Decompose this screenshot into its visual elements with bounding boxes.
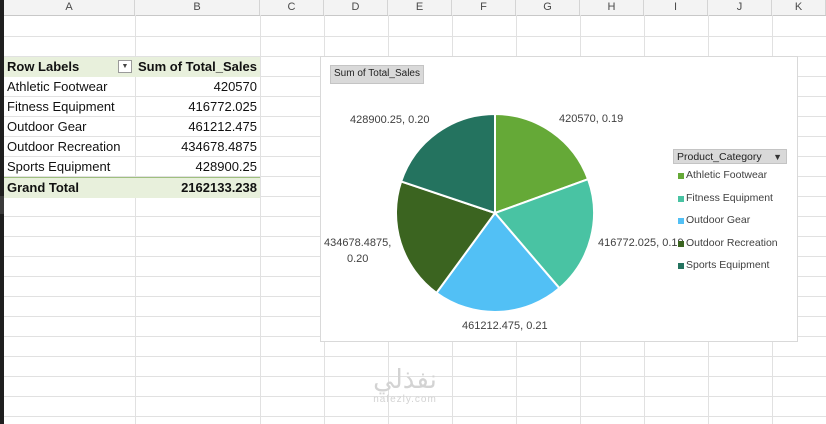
legend-label: Sports Equipment [686, 259, 770, 271]
column-header-a[interactable]: A [4, 0, 135, 15]
legend-swatch [678, 173, 684, 179]
pivot-row-label: Athletic Footwear [7, 79, 108, 94]
legend-label: Outdoor Recreation [686, 236, 778, 249]
legend-label: Outdoor Gear [686, 214, 751, 226]
pivot-row[interactable]: Sports Equipment 428900.25 [4, 157, 260, 177]
pivot-row[interactable]: Outdoor Gear 461212.475 [4, 117, 260, 137]
legend-label: Fitness Equipment [686, 191, 773, 204]
grand-total-row[interactable]: Grand Total 2162133.238 [4, 177, 260, 198]
column-header-d[interactable]: D [324, 0, 388, 15]
pivot-row-label: Fitness Equipment [7, 99, 115, 114]
legend-label: Athletic Footwear [686, 169, 768, 181]
pivot-chart[interactable]: 420570, 0.19 416772.025, 0.19 461212.475, … [320, 56, 798, 342]
column-header-i[interactable]: I [644, 0, 708, 15]
legend-item[interactable]: Sports Equipment [673, 254, 787, 277]
legend-swatch [678, 240, 684, 247]
legend-title-text: Product_Category [677, 151, 762, 163]
pivot-row[interactable]: Outdoor Recreation 434678.4875 [4, 137, 260, 157]
data-label: 420570, 0.19 [559, 113, 623, 125]
legend-swatch [678, 195, 684, 202]
pivot-row-value: 461212.475 [188, 119, 257, 134]
legend-item[interactable]: Athletic Footwear [673, 164, 787, 187]
pivot-table[interactable]: Row Labels ▼ Sum of Total_Sales Athletic… [4, 57, 260, 198]
dropdown-arrow-icon[interactable]: ▼ [773, 150, 782, 164]
grand-total-value: 2162133.238 [181, 180, 257, 195]
pivot-row[interactable]: Fitness Equipment 416772.025 [4, 97, 260, 117]
data-label: 428900.25, 0.20 [350, 114, 430, 126]
legend-field-button[interactable]: Product_Category ▼ [673, 149, 787, 164]
column-header-f[interactable]: F [452, 0, 516, 15]
chart-field-button[interactable]: Sum of Total_Sales [330, 65, 424, 84]
pivot-row-label: Sports Equipment [7, 159, 111, 174]
legend-item[interactable]: Outdoor Gear [673, 209, 787, 232]
pivot-row-label: Outdoor Recreation [7, 139, 121, 154]
column-header-bar: ABCDEFGHIJK [4, 0, 826, 16]
sum-header: Sum of Total_Sales [138, 59, 257, 74]
grid-row-line [4, 416, 826, 417]
data-label: 461212.475, 0.21 [462, 320, 548, 332]
watermark-logo: نفذلي nafezly.com [360, 366, 450, 405]
column-header-h[interactable]: H [580, 0, 644, 15]
legend-item[interactable]: Fitness Equipment [673, 187, 787, 210]
legend-swatch [678, 263, 684, 269]
grid-row-line [4, 356, 826, 357]
watermark-latin: nafezly.com [373, 394, 437, 405]
column-header-b[interactable]: B [135, 0, 260, 15]
legend-swatch [678, 218, 684, 224]
data-label: 416772.025, 0.19 [598, 237, 684, 249]
column-header-c[interactable]: C [260, 0, 324, 15]
column-header-k[interactable]: K [772, 0, 826, 15]
column-header-g[interactable]: G [516, 0, 580, 15]
pivot-row-value: 434678.4875 [181, 139, 257, 154]
pivot-row-value: 428900.25 [195, 159, 257, 174]
data-label: 434678.4875, 0.20 [324, 237, 391, 265]
grid-row-line [4, 36, 826, 37]
pivot-row-value: 416772.025 [188, 99, 257, 114]
legend-item[interactable]: Outdoor Recreation [673, 232, 787, 255]
chart-legend: Product_Category ▼ Athletic Footwear Fitn… [673, 149, 787, 277]
pivot-header-row: Row Labels ▼ Sum of Total_Sales [4, 57, 260, 77]
row-labels-filter-button[interactable]: ▼ [118, 60, 132, 73]
column-header-e[interactable]: E [388, 0, 452, 15]
grand-total-label: Grand Total [7, 180, 79, 195]
pivot-row[interactable]: Athletic Footwear 420570 [4, 77, 260, 97]
pivot-row-value: 420570 [213, 79, 257, 94]
row-labels-header: Row Labels [7, 59, 80, 74]
column-header-j[interactable]: J [708, 0, 772, 15]
pivot-row-label: Outdoor Gear [7, 119, 87, 134]
watermark-arabic: نفذلي [373, 365, 437, 395]
